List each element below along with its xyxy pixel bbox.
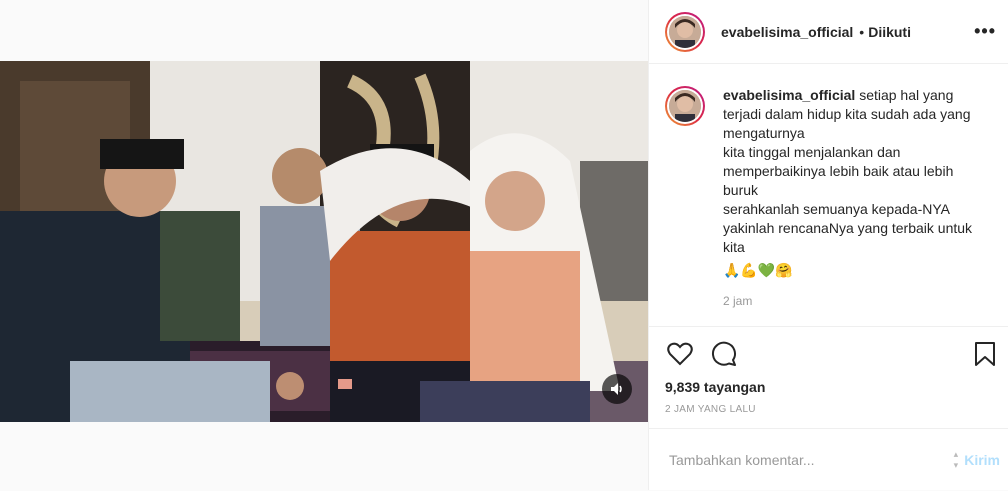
caption-time: 2 jam — [723, 294, 753, 308]
post-media — [0, 0, 648, 490]
separator-dot: • — [859, 23, 865, 40]
resize-handle-icon: ▴ ▾ — [953, 448, 959, 470]
speaker-icon — [611, 383, 622, 395]
follow-status-button[interactable]: Diikuti — [868, 24, 911, 40]
action-icons-row — [649, 327, 1008, 381]
caption: evabelisima_official setiap hal yang ter… — [665, 86, 996, 311]
like-button[interactable] — [665, 339, 695, 369]
post-video[interactable] — [0, 61, 648, 422]
bookmark-icon — [975, 342, 995, 366]
comment-icon — [712, 341, 736, 366]
avatar-image — [669, 90, 701, 122]
more-options-icon[interactable]: ••• — [974, 21, 996, 42]
heart-icon — [667, 342, 693, 366]
post-timestamp[interactable]: 2 JAM YANG LALU — [649, 404, 1008, 415]
post-header: evabelisima_official • Diikuti ••• — [649, 0, 1008, 64]
mute-button[interactable] — [602, 374, 632, 404]
caption-line-4: yakinlah rencanaNya yang terbaik untuk k… — [723, 220, 973, 255]
avatar-image — [669, 15, 701, 48]
post-panel: evabelisima_official • Diikuti ••• evabe… — [648, 0, 1008, 490]
caption-text: evabelisima_official setiap hal yang ter… — [723, 86, 991, 311]
send-comment-button[interactable]: Kirim — [964, 452, 1000, 468]
view-count[interactable]: 9,839 tayangan — [649, 379, 1008, 395]
comment-box: ▴▾ Kirim — [649, 428, 1008, 490]
comment-button[interactable] — [709, 339, 739, 369]
caption-line-2: kita tinggal menjalankan dan memperbaiki… — [723, 144, 954, 198]
caption-line-3: serahkanlah semuanya kepada-NYA — [723, 201, 950, 217]
video-frame — [0, 61, 648, 422]
avatar[interactable] — [665, 11, 705, 52]
header-username[interactable]: evabelisima_official — [721, 24, 853, 40]
save-button[interactable] — [970, 339, 1000, 369]
caption-username[interactable]: evabelisima_official — [723, 87, 855, 103]
caption-emojis: 🙏💪💚🤗 — [723, 262, 793, 278]
caption-avatar[interactable] — [665, 86, 705, 126]
comment-input[interactable] — [667, 450, 954, 469]
